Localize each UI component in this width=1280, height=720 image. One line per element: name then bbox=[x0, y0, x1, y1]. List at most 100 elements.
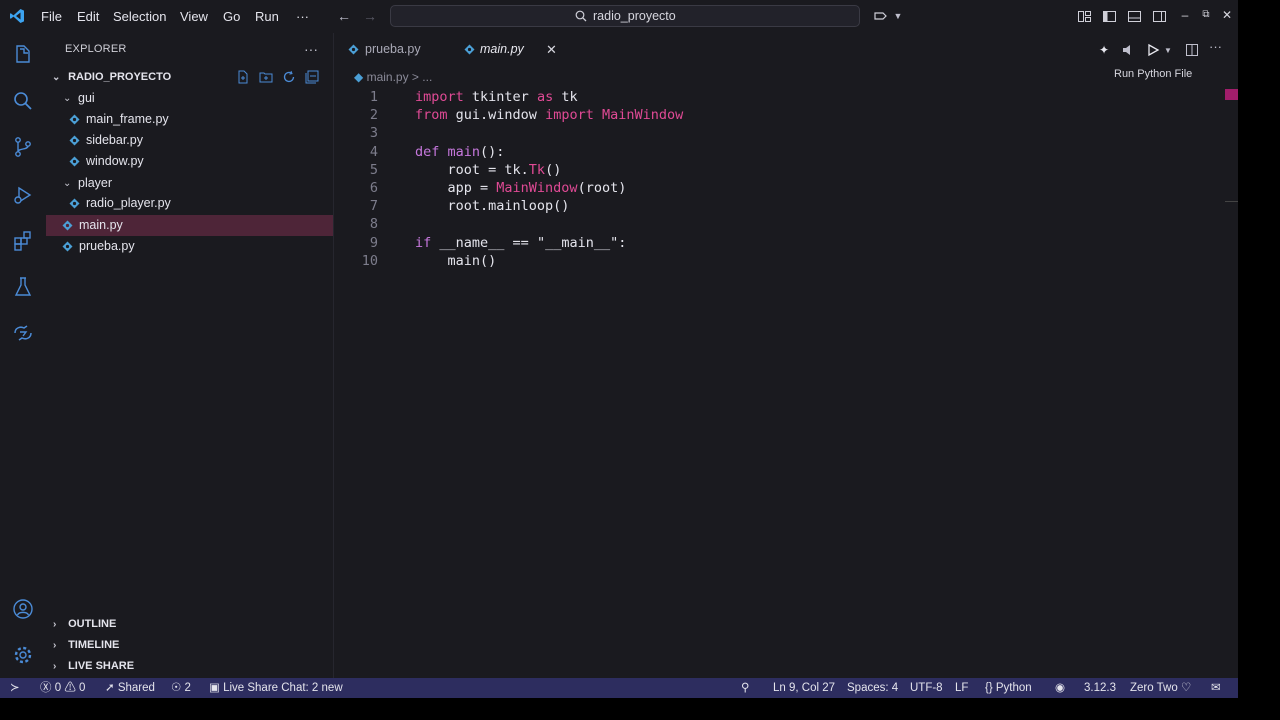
encoding-status[interactable]: UTF-8 bbox=[910, 678, 943, 698]
copilot-status-icon[interactable]: ◉ bbox=[1055, 678, 1065, 698]
testing-flask-icon[interactable] bbox=[11, 275, 35, 299]
pin-icon[interactable]: ✦ bbox=[1099, 43, 1113, 57]
python-file-icon bbox=[348, 44, 359, 55]
title-bar: File Edit Selection View Go Run ··· ← → … bbox=[0, 0, 1238, 33]
explorer-sidebar: EXPLORER ··· ⌄ RADIO_PROYECTO ⌄ gui main… bbox=[46, 33, 333, 678]
vscode-logo-icon bbox=[10, 9, 24, 23]
explorer-icon[interactable] bbox=[11, 43, 35, 67]
extensions-icon[interactable] bbox=[11, 229, 35, 253]
braces-icon: {} bbox=[985, 682, 993, 694]
python-file-icon bbox=[62, 220, 73, 231]
tree-folder-gui[interactable]: ⌄ gui bbox=[46, 88, 333, 109]
menu-go[interactable]: Go bbox=[223, 0, 240, 33]
search-text: radio_proyecto bbox=[593, 9, 676, 23]
theme-label: Zero Two bbox=[1130, 682, 1178, 694]
breadcrumb-text: main.py > ... bbox=[366, 70, 433, 84]
heart-icon: ♡ bbox=[1180, 682, 1192, 694]
source-control-icon[interactable] bbox=[11, 135, 35, 159]
language-mode[interactable]: {} Python bbox=[985, 678, 1032, 698]
outline-section[interactable]: › OUTLINE bbox=[46, 613, 333, 635]
tree-item-label: window.py bbox=[86, 154, 144, 168]
search-icon[interactable] bbox=[11, 89, 35, 113]
run-python-file-icon[interactable] bbox=[1146, 43, 1160, 57]
menu-file[interactable]: File bbox=[41, 0, 62, 33]
line-number: 7 bbox=[369, 198, 378, 215]
tree-folder-player[interactable]: ⌄ player bbox=[46, 173, 333, 194]
toggle-panel-icon[interactable] bbox=[1127, 9, 1142, 24]
cursor-position[interactable]: Ln 9, Col 27 bbox=[773, 678, 835, 698]
chevron-right-icon: › bbox=[53, 661, 57, 672]
python-file-icon: ◆ bbox=[354, 70, 364, 84]
python-version-status[interactable]: 3.12.3 bbox=[1084, 678, 1116, 698]
participants-status[interactable]: ☉ 2 bbox=[171, 678, 191, 698]
more-actions-icon[interactable]: ··· bbox=[1209, 39, 1223, 54]
maximize-icon[interactable]: ⧉ bbox=[1199, 7, 1213, 23]
python-file-icon bbox=[69, 198, 80, 209]
chevron-down-icon[interactable]: ▼ bbox=[890, 8, 906, 24]
menu-selection[interactable]: Selection bbox=[113, 0, 166, 33]
python-file-icon bbox=[62, 241, 73, 252]
section-label: LIVE SHARE bbox=[68, 660, 135, 672]
back-arrow-icon[interactable]: ← bbox=[336, 8, 352, 24]
screen-edge-bottom bbox=[0, 698, 1280, 720]
editor-area: prueba.py main.py ✕ ◆ main.py > ... ✦ ▼ … bbox=[333, 33, 1239, 678]
more-actions-icon[interactable]: ··· bbox=[304, 41, 318, 57]
code-text: from gui.window import MainWindow bbox=[415, 107, 684, 124]
menu-run[interactable]: Run bbox=[255, 0, 279, 33]
breadcrumb[interactable]: ◆ main.py > ... bbox=[354, 70, 432, 84]
problems-status[interactable]: Ⓧ 0 ⚠ 0 bbox=[40, 678, 85, 698]
toggle-primary-sidebar-icon[interactable] bbox=[1102, 9, 1117, 24]
minimap-cursor-indicator bbox=[1225, 89, 1239, 100]
live-share-icon[interactable] bbox=[11, 321, 35, 345]
close-window-icon[interactable]: ✕ bbox=[1220, 7, 1234, 23]
warning-count: 0 bbox=[79, 682, 86, 694]
participants-icon: ☉ bbox=[171, 682, 182, 694]
activity-bar bbox=[0, 33, 46, 678]
speaker-icon[interactable] bbox=[1121, 43, 1135, 57]
chevron-down-icon[interactable]: ▼ bbox=[1164, 46, 1178, 60]
run-debug-icon[interactable] bbox=[11, 183, 35, 207]
copilot-icon[interactable] bbox=[873, 9, 888, 24]
forward-arrow-icon[interactable]: → bbox=[362, 8, 378, 24]
tab-prueba[interactable]: prueba.py bbox=[348, 33, 448, 66]
refresh-icon[interactable] bbox=[282, 70, 296, 84]
tab-main[interactable]: main.py ✕ bbox=[464, 33, 564, 66]
zoom-icon[interactable]: ⚲ bbox=[741, 678, 749, 698]
close-tab-icon[interactable]: ✕ bbox=[546, 33, 557, 66]
collapse-all-icon[interactable] bbox=[305, 70, 319, 84]
chevron-down-icon: ⌄ bbox=[52, 72, 61, 83]
code-text: app = MainWindow(root) bbox=[415, 180, 627, 196]
notifications-bell-icon[interactable]: ✉ bbox=[1211, 678, 1221, 698]
line-number: 9 bbox=[369, 234, 378, 251]
new-file-icon[interactable] bbox=[236, 70, 250, 84]
tree-file-window[interactable]: window.py bbox=[46, 151, 333, 172]
menu-edit[interactable]: Edit bbox=[77, 0, 99, 33]
menu-view[interactable]: View bbox=[180, 0, 208, 33]
tree-item-label: radio_player.py bbox=[86, 196, 171, 210]
theme-status[interactable]: Zero Two ♡ bbox=[1130, 678, 1191, 698]
customize-layout-icon[interactable] bbox=[1077, 9, 1092, 24]
code-text: main() bbox=[415, 252, 497, 269]
remote-icon[interactable]: ≻ bbox=[10, 678, 20, 698]
vscode-window: File Edit Selection View Go Run ··· ← → … bbox=[0, 0, 1239, 698]
tree-file-main[interactable]: main.py bbox=[46, 215, 333, 236]
live-share-status[interactable]: ➚ Shared bbox=[105, 678, 155, 698]
tab-label: main.py bbox=[480, 42, 524, 56]
tree-file-sidebar[interactable]: sidebar.py bbox=[46, 130, 333, 151]
indentation-status[interactable]: Spaces: 4 bbox=[847, 678, 898, 698]
command-center-search[interactable]: radio_proyecto bbox=[390, 5, 860, 27]
toggle-secondary-sidebar-icon[interactable] bbox=[1152, 9, 1167, 24]
tree-file-main-frame[interactable]: main_frame.py bbox=[46, 109, 333, 130]
settings-gear-icon[interactable] bbox=[11, 643, 35, 667]
live-share-section[interactable]: › LIVE SHARE bbox=[46, 655, 333, 677]
split-editor-icon[interactable] bbox=[1185, 43, 1199, 57]
tree-file-prueba[interactable]: prueba.py bbox=[46, 236, 333, 257]
timeline-section[interactable]: › TIMELINE bbox=[46, 634, 333, 656]
minimize-icon[interactable]: – bbox=[1178, 7, 1192, 23]
live-share-chat-status[interactable]: ▣ Live Share Chat: 2 new bbox=[209, 678, 343, 698]
account-icon[interactable] bbox=[11, 597, 35, 621]
tree-file-radio-player[interactable]: radio_player.py bbox=[46, 193, 333, 214]
menu-more[interactable]: ··· bbox=[296, 0, 309, 33]
new-folder-icon[interactable] bbox=[259, 70, 273, 84]
eol-status[interactable]: LF bbox=[955, 678, 968, 698]
